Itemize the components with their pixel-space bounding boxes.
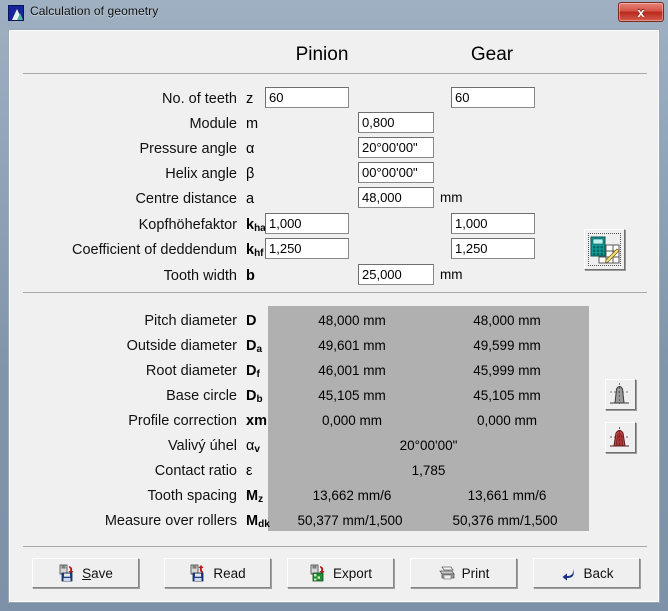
input-label-6: Coefficient of deddendum: [72, 242, 237, 258]
mountain-app-icon: [8, 5, 24, 21]
result-pinion-8: 50,377 mm/1,500: [270, 513, 430, 528]
input-centre-distance[interactable]: 48,000: [358, 187, 434, 208]
print-button-label: Print: [462, 566, 490, 581]
result-gear-0: 48,000 mm: [427, 313, 587, 328]
input-label-4: Centre distance: [135, 191, 237, 207]
input-symbol-5: kha: [246, 217, 266, 233]
input-label-0: No. of teeth: [162, 91, 237, 107]
result-symbol-3: Db: [246, 388, 263, 404]
result-label-4: Profile correction: [128, 413, 237, 429]
application-window: Calculation of geometry x Pinion Gear No…: [0, 0, 668, 611]
result-gear-8: 50,376 mm/1,500: [425, 513, 585, 528]
result-pinion-4: 0,000 mm: [272, 413, 432, 428]
result-label-5: Valivý úhel: [168, 438, 237, 454]
tooth-profile-red-icon: [606, 423, 633, 450]
input-symbol-0: z: [246, 91, 253, 107]
unit-tooth-width: mm: [440, 267, 463, 282]
calculator-table-icon: [589, 234, 620, 265]
separator-bottom: [23, 546, 647, 547]
result-gear-1: 49,599 mm: [427, 338, 587, 353]
back-button[interactable]: Back: [533, 558, 640, 588]
result-pinion-2: 46,001 mm: [272, 363, 432, 378]
result-label-2: Root diameter: [146, 363, 237, 379]
input-tooth-width[interactable]: 25,000: [358, 264, 434, 285]
unit-centre-distance: mm: [440, 190, 463, 205]
input-label-3: Helix angle: [165, 166, 237, 182]
save-disk-icon: [58, 564, 76, 582]
input-symbol-6: khf: [246, 242, 264, 258]
result-symbol-7: Mz: [246, 488, 263, 504]
input-symbol-7: b: [246, 268, 255, 284]
result-pinion-0: 48,000 mm: [272, 313, 432, 328]
result-gear-3: 45,105 mm: [427, 388, 587, 403]
input-label-1: Module: [189, 116, 237, 132]
result-gear-4: 0,000 mm: [427, 413, 587, 428]
result-symbol-8: Mdk: [246, 513, 270, 529]
result-pinion-1: 49,601 mm: [272, 338, 432, 353]
result-label-8: Measure over rollers: [105, 513, 237, 529]
result-label-7: Tooth spacing: [148, 488, 237, 504]
result-symbol-0: D: [246, 313, 256, 329]
input-gear-addendum-coef[interactable]: 1,000: [451, 213, 535, 234]
input-label-5: Kopfhöhefaktor: [139, 217, 237, 233]
result-symbol-1: Da: [246, 338, 262, 354]
tooth-profile-2-button[interactable]: [605, 422, 636, 453]
recalculate-button[interactable]: [584, 229, 625, 270]
input-module[interactable]: 0,800: [358, 112, 434, 133]
input-gear-dedendum-coef[interactable]: 1,250: [451, 238, 535, 259]
input-gear-teeth[interactable]: 60: [451, 87, 535, 108]
input-pinion-addendum-coef[interactable]: 1,000: [265, 213, 349, 234]
dialog-client-area: Pinion Gear No. of teeth z 60 60 Module …: [8, 29, 660, 603]
tooth-profile-gray-icon: [606, 380, 633, 407]
column-header-pinion: Pinion: [258, 44, 386, 66]
result-pinion-7: 13,662 mm/6: [272, 488, 432, 503]
read-button-label: Read: [213, 566, 245, 581]
close-icon: x: [619, 3, 663, 21]
separator-top: [23, 73, 647, 74]
printer-icon: [438, 564, 456, 582]
result-label-0: Pitch diameter: [144, 313, 237, 329]
result-pinion-3: 45,105 mm: [272, 388, 432, 403]
result-label-1: Outside diameter: [127, 338, 237, 354]
save-button-label: Save: [82, 566, 113, 581]
input-symbol-3: β: [246, 166, 254, 182]
result-span-6: 1,785: [268, 463, 589, 478]
read-disk-icon: [189, 564, 207, 582]
result-gear-2: 45,999 mm: [427, 363, 587, 378]
export-button[interactable]: Export: [287, 558, 394, 588]
title-bar: Calculation of geometry x: [0, 0, 668, 27]
back-arrow-icon: [559, 564, 577, 582]
input-symbol-4: a: [246, 191, 254, 207]
result-symbol-5: αv: [246, 438, 260, 454]
input-pinion-dedendum-coef[interactable]: 1,250: [265, 238, 349, 259]
save-button[interactable]: Save: [32, 558, 139, 588]
close-button[interactable]: x: [618, 2, 664, 22]
input-symbol-2: α: [246, 141, 254, 157]
tooth-profile-button[interactable]: [605, 379, 636, 410]
input-label-2: Pressure angle: [139, 141, 237, 157]
print-button[interactable]: Print: [410, 558, 517, 588]
back-button-label: Back: [583, 566, 613, 581]
input-pinion-teeth[interactable]: 60: [265, 87, 349, 108]
read-button[interactable]: Read: [164, 558, 271, 588]
input-helix-angle[interactable]: 00°00'00": [358, 162, 434, 183]
result-span-5: 20°00'00": [268, 438, 589, 453]
export-icon: [309, 564, 327, 582]
result-label-6: Contact ratio: [155, 463, 237, 479]
input-symbol-1: m: [246, 116, 258, 132]
input-pressure-angle[interactable]: 20°00'00": [358, 137, 434, 158]
separator-middle: [23, 292, 647, 293]
result-symbol-4: xm: [246, 413, 267, 429]
input-label-7: Tooth width: [164, 268, 237, 284]
result-label-3: Base circle: [166, 388, 237, 404]
window-title: Calculation of geometry: [30, 4, 158, 18]
result-gear-7: 13,661 mm/6: [427, 488, 587, 503]
result-symbol-6: ε: [246, 463, 252, 479]
result-symbol-2: Df: [246, 363, 260, 379]
column-header-gear: Gear: [428, 44, 556, 66]
export-button-label: Export: [333, 566, 372, 581]
